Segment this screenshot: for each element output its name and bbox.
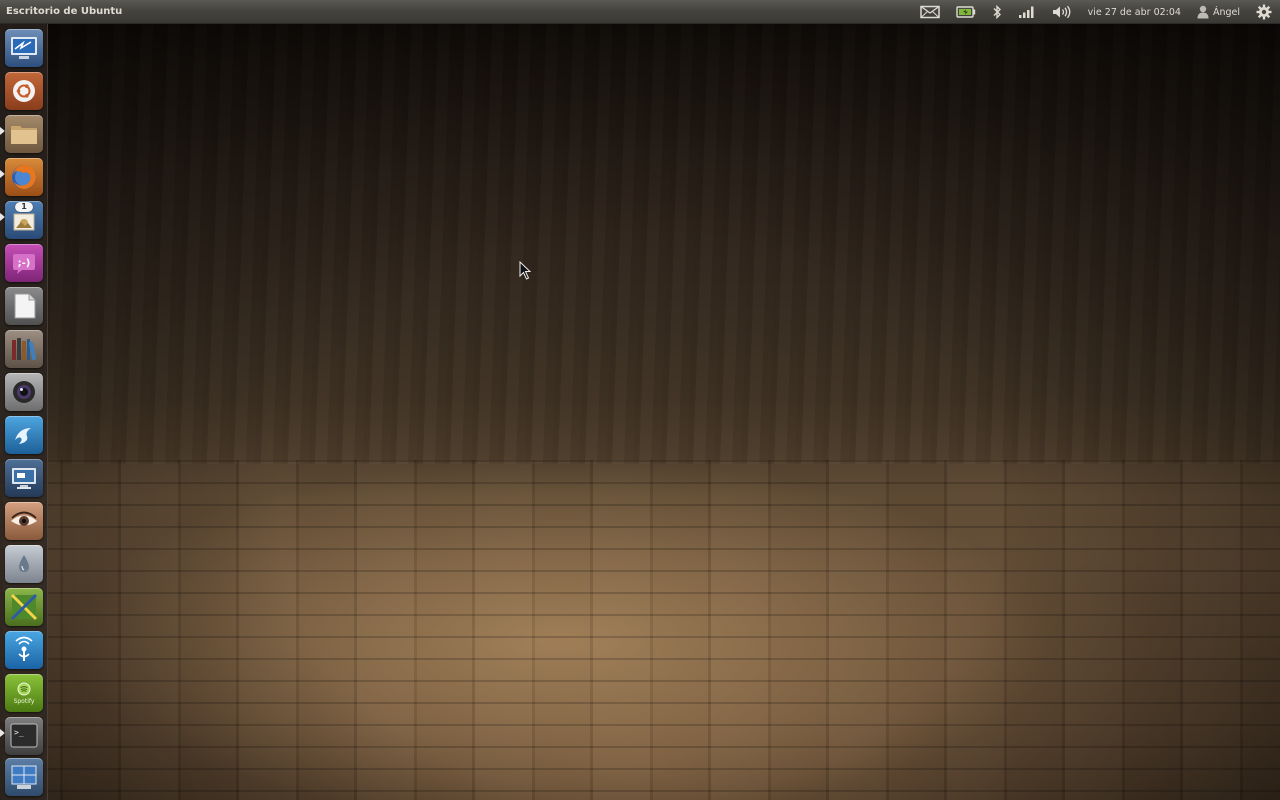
mouse-pointer-icon <box>519 260 533 285</box>
ubuntu-logo-icon <box>13 80 35 102</box>
panel-title: Escritorio de Ubuntu <box>6 6 123 17</box>
launcher-item-app-blue[interactable] <box>5 416 43 454</box>
launcher-item-files[interactable] <box>5 115 43 153</box>
bluetooth-icon[interactable] <box>984 0 1010 24</box>
mail-icon[interactable] <box>912 0 948 24</box>
terminal-label: >_ <box>14 728 24 737</box>
launcher-item-text-editor[interactable] <box>5 287 43 325</box>
user-menu[interactable]: Ángel <box>1189 0 1248 24</box>
unread-count-badge: 1 <box>15 202 33 212</box>
launcher-item-workspaces[interactable] <box>5 758 43 796</box>
remote-desktop-icon <box>11 37 37 59</box>
launcher-item-map-tool[interactable] <box>5 588 43 626</box>
droplet-icon <box>19 555 29 572</box>
firefox-icon <box>12 165 36 189</box>
wallpaper-vignette <box>0 0 1280 800</box>
launcher-item-library[interactable] <box>5 330 43 368</box>
battery-icon[interactable] <box>948 0 984 24</box>
spotify-label: Spotify <box>14 698 35 705</box>
desktop[interactable]: Escritorio de Ubuntu vie 27 de abr 02:04… <box>0 0 1280 800</box>
launcher-item-terminal[interactable]: >_ <box>5 717 43 755</box>
network-signal-icon[interactable] <box>1010 0 1044 24</box>
launcher-item-firefox[interactable] <box>5 158 43 196</box>
launcher-item-webcam[interactable] <box>5 373 43 411</box>
workspace-switcher-icon <box>11 765 37 789</box>
launcher-item-empathy[interactable]: ;-) <box>5 244 43 282</box>
camera-lens-icon <box>13 381 35 403</box>
empathy-label: ;-) <box>18 258 31 269</box>
launcher-item-remote-desktop[interactable] <box>5 29 43 67</box>
user-name: Ángel <box>1212 6 1240 18</box>
books-icon <box>12 338 37 361</box>
eye-icon <box>11 511 37 526</box>
terminal-icon: >_ <box>10 723 38 748</box>
clock-text: vie 27 de abr 02:04 <box>1087 6 1181 18</box>
gear-icon[interactable] <box>1248 0 1280 24</box>
launcher-item-spotify[interactable]: Spotify <box>5 674 43 712</box>
launcher-item-wireless[interactable] <box>5 631 43 669</box>
blue-swirl-icon <box>15 428 31 444</box>
folder-icon <box>11 126 37 144</box>
launcher: 1 ;-) Spotify >_ <box>0 24 48 800</box>
top-panel: Escritorio de Ubuntu vie 27 de abr 02:04… <box>0 0 1280 24</box>
chat-smiley-icon: ;-) <box>13 254 35 274</box>
wifi-antenna-icon <box>15 636 33 661</box>
launcher-item-ubuntu-software[interactable] <box>5 72 43 110</box>
monitor-icon <box>12 468 36 489</box>
launcher-item-mail-client[interactable]: 1 <box>5 201 43 239</box>
launcher-item-droplet-app[interactable] <box>5 545 43 583</box>
indicator-area: vie 27 de abr 02:04 Ángel <box>912 0 1280 24</box>
launcher-item-display[interactable] <box>5 459 43 497</box>
clock[interactable]: vie 27 de abr 02:04 <box>1080 0 1189 24</box>
spotify-icon: Spotify <box>14 682 35 705</box>
map-ruler-icon <box>10 593 38 621</box>
volume-icon[interactable] <box>1044 0 1080 24</box>
user-icon <box>1197 5 1209 19</box>
document-icon <box>14 293 36 319</box>
launcher-item-eye-app[interactable] <box>5 502 43 540</box>
